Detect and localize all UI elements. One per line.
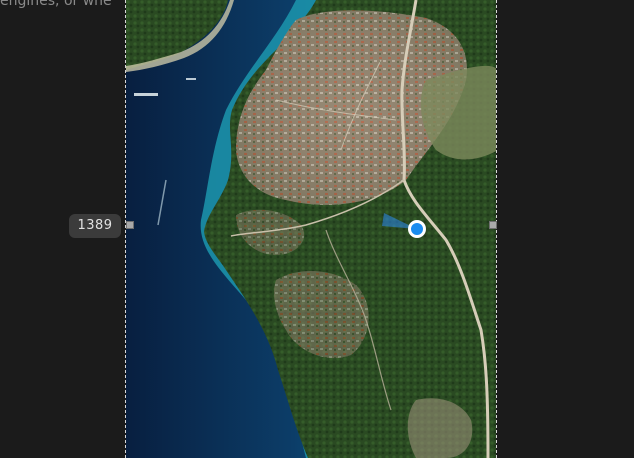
left-resize-handle[interactable] (126, 221, 134, 229)
satellite-map[interactable] (126, 0, 497, 458)
boat (134, 93, 158, 96)
zoom-level-label: 1389 (69, 214, 121, 238)
map-view[interactable] (125, 0, 497, 458)
background-text: engines, or whe (0, 0, 112, 9)
right-resize-handle[interactable] (489, 221, 497, 229)
map-viewer: engines, or whe 1389 (0, 0, 634, 458)
